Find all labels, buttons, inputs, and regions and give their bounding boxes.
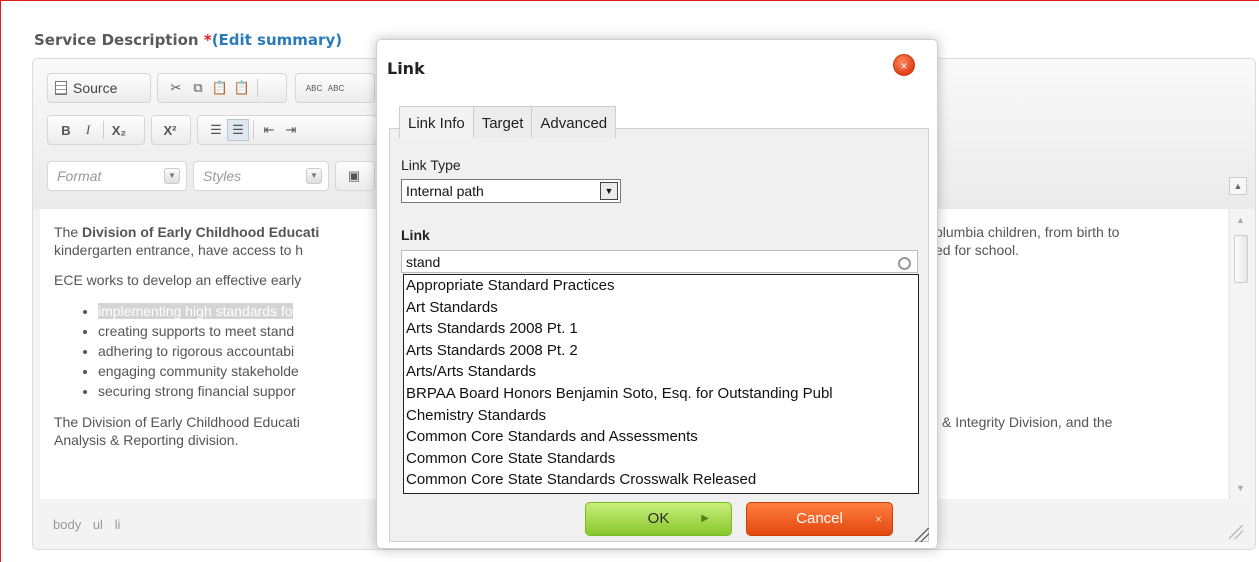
autocomplete-item[interactable]: Chemistry Standards: [406, 405, 918, 427]
source-button[interactable]: Source: [47, 73, 151, 103]
path-ul[interactable]: ul: [93, 517, 103, 532]
tab-target[interactable]: Target: [472, 106, 533, 138]
copy-icon[interactable]: ⧉: [187, 77, 209, 99]
toolbar-separator: [257, 79, 258, 97]
cut-icon[interactable]: ✂: [165, 77, 187, 99]
scroll-down-icon[interactable]: ▼: [1236, 483, 1245, 493]
section-title-text: Service Description: [34, 31, 204, 49]
bold-button[interactable]: B: [55, 119, 77, 141]
link-label: Link: [401, 227, 430, 243]
required-mark: *: [203, 31, 212, 49]
autocomplete-item[interactable]: Common Core Standards and Assessments: [406, 426, 918, 448]
paste-text-icon[interactable]: 📋: [231, 77, 253, 99]
p3-right: & Integrity Division, and the: [942, 414, 1113, 430]
subscript-button[interactable]: X₂: [108, 119, 130, 141]
source-icon: [55, 81, 67, 95]
tab-advanced[interactable]: Advanced: [531, 106, 617, 138]
element-path-bar: body ul li: [53, 517, 128, 532]
p3-line2: Analysis & Reporting division.: [54, 432, 239, 448]
autocomplete-item[interactable]: Arts Standards 2008 Pt. 2: [406, 340, 918, 362]
bulleted-list-icon[interactable]: ☰: [227, 119, 249, 141]
clipboard-group: ✂ ⧉ 📋 📋: [157, 73, 287, 103]
chevron-down-icon[interactable]: ▼: [600, 182, 618, 200]
autocomplete-item[interactable]: BRPAA Board Honors Benjamin Soto, Esq. f…: [406, 383, 918, 405]
close-icon[interactable]: ×: [893, 54, 915, 76]
autocomplete-throbber-icon: [898, 257, 911, 270]
cancel-button[interactable]: Cancel ×: [746, 502, 893, 536]
editor-resize-handle[interactable]: [1229, 525, 1243, 539]
autocomplete-item[interactable]: Common Core State Standards: [406, 448, 918, 470]
format-placeholder: Format: [57, 168, 102, 184]
ok-button[interactable]: OK ▶: [585, 502, 732, 536]
ok-label: OK: [647, 510, 670, 527]
autocomplete-item[interactable]: Arts/Arts Standards: [406, 361, 918, 383]
cancel-label: Cancel: [796, 510, 843, 527]
link-type-select[interactable]: Internal path ▼: [401, 179, 621, 203]
spellcheck-as-you-type-icon[interactable]: ABC: [325, 77, 347, 99]
basic-styles-group: B I X₂: [47, 115, 145, 145]
section-title: Service Description *(Edit summary): [34, 31, 342, 49]
autocomplete-item[interactable]: Arts Standards 2008 Pt. 1: [406, 318, 918, 340]
styles-placeholder: Styles: [203, 168, 242, 184]
list-item-text-selected: implementing high standards fo: [98, 303, 293, 319]
autocomplete-item[interactable]: Appropriate Standard Practices: [406, 275, 918, 297]
autocomplete-item[interactable]: Common Core State Standards Crosswalk Re…: [406, 469, 918, 491]
styles-dropdown[interactable]: Styles ▼: [193, 161, 329, 191]
image-icon[interactable]: ▣: [343, 165, 365, 187]
dialog-tabs: Link Info Target Advanced: [399, 106, 617, 138]
outdent-icon[interactable]: ⇤: [258, 119, 280, 141]
editor-scrollbar[interactable]: ▲ ▼: [1229, 209, 1251, 499]
link-info-panel: Link Type Internal path ▼ Link stand App…: [389, 128, 929, 542]
styles-dropdown-arrow-icon: ▼: [306, 168, 322, 184]
source-label: Source: [73, 80, 118, 96]
link-dialog: Link × Link Type Internal path ▼ Link st…: [376, 39, 938, 549]
autocomplete-list: Appropriate Standard Practices Art Stand…: [403, 274, 919, 494]
superscript-group: X²: [151, 115, 191, 145]
scroll-thumb[interactable]: [1234, 235, 1248, 283]
toolbar-separator: [103, 121, 104, 139]
p1-right: olumbia children, from birth to: [935, 224, 1120, 240]
p1-bold: Division of Early Childhood Educati: [82, 224, 320, 240]
p1-line2-right: ed for school.: [935, 242, 1020, 258]
spellcheck-icon[interactable]: ABC: [303, 77, 325, 99]
p1-prefix: The: [54, 224, 83, 240]
italic-button[interactable]: I: [77, 119, 99, 141]
toolbar-separator: [253, 121, 254, 139]
link-input-value: stand: [406, 254, 441, 270]
p3-left: The Division of Early Childhood Educati: [54, 414, 300, 430]
list-group: ☰ ☰ ⇤ ⇥: [197, 115, 377, 145]
image-group: ▣: [335, 161, 375, 191]
scroll-up-icon[interactable]: ▲: [1236, 215, 1245, 225]
spellcheck-group: ABC ABC: [295, 73, 375, 103]
path-body[interactable]: body: [53, 517, 81, 532]
link-input[interactable]: stand: [401, 250, 918, 273]
link-type-value: Internal path: [406, 183, 484, 199]
path-li[interactable]: li: [115, 517, 121, 532]
dialog-resize-handle[interactable]: [915, 528, 929, 542]
numbered-list-icon[interactable]: ☰: [205, 119, 227, 141]
chevron-right-icon: ▶: [701, 513, 709, 524]
toolbar-collapse-icon[interactable]: ▲: [1229, 177, 1247, 195]
autocomplete-item[interactable]: Art Standards: [406, 297, 918, 319]
format-dropdown-arrow-icon: ▼: [164, 168, 180, 184]
superscript-button[interactable]: X²: [159, 119, 181, 141]
cancel-x-icon: ×: [874, 512, 882, 526]
tab-link-info[interactable]: Link Info: [399, 106, 474, 138]
p1-line2-left: kindergarten entrance, have access to h: [54, 242, 304, 258]
indent-icon[interactable]: ⇥: [280, 119, 302, 141]
format-dropdown[interactable]: Format ▼: [47, 161, 187, 191]
link-type-label: Link Type: [401, 157, 461, 173]
edit-summary-link[interactable]: (Edit summary): [212, 31, 342, 49]
paste-icon[interactable]: 📋: [209, 77, 231, 99]
dialog-title: Link: [387, 59, 425, 78]
